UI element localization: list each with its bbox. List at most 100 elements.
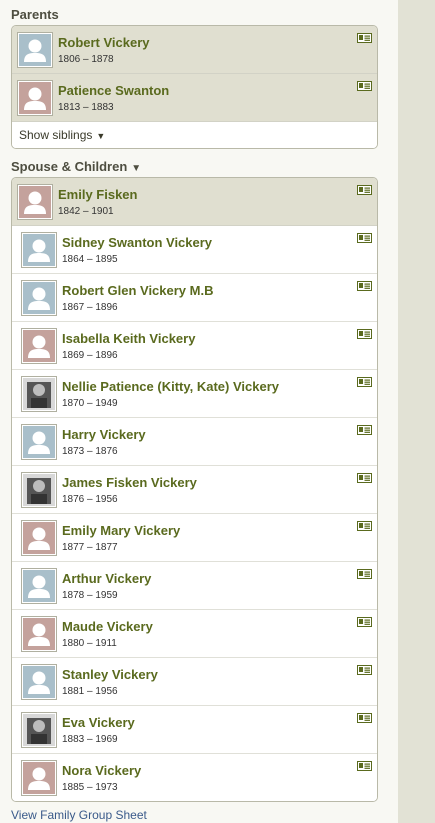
person-silhouette-icon xyxy=(28,623,50,646)
child-dates: 1883 – 1969 xyxy=(62,734,118,745)
show-siblings-row: Show siblings ▼ xyxy=(12,122,377,148)
spouse-name[interactable]: Emily Fisken xyxy=(58,187,137,202)
child-row[interactable]: Sidney Swanton Vickery 1864 – 1895 xyxy=(12,226,377,274)
spouse-photo[interactable] xyxy=(17,184,53,220)
card-icon[interactable] xyxy=(357,425,372,435)
child-dates: 1880 – 1911 xyxy=(62,638,117,649)
person-silhouette-icon xyxy=(28,431,50,454)
child-name[interactable]: Sidney Swanton Vickery xyxy=(62,235,212,250)
parent-photo[interactable] xyxy=(17,32,53,68)
portrait-photo-icon xyxy=(23,378,55,410)
child-photo[interactable] xyxy=(21,616,57,652)
portrait-photo-icon xyxy=(23,474,55,506)
child-name[interactable]: Eva Vickery xyxy=(62,715,135,730)
spouse-children-title[interactable]: Spouse & Children ▼ xyxy=(11,159,141,174)
child-photo[interactable] xyxy=(21,568,57,604)
child-dates: 1864 – 1895 xyxy=(62,254,118,265)
child-row[interactable]: James Fisken Vickery 1876 – 1956 xyxy=(12,466,377,514)
child-dates: 1867 – 1896 xyxy=(62,302,118,313)
parent-row[interactable]: Robert Vickery 1806 – 1878 xyxy=(12,26,377,74)
person-silhouette-icon xyxy=(28,767,50,790)
person-silhouette-icon xyxy=(24,39,46,62)
card-icon[interactable] xyxy=(357,377,372,387)
card-icon[interactable] xyxy=(357,233,372,243)
person-silhouette-icon xyxy=(28,575,50,598)
parent-dates: 1806 – 1878 xyxy=(58,54,114,65)
child-row[interactable]: Maude Vickery 1880 – 1911 xyxy=(12,610,377,658)
child-name[interactable]: Nellie Patience (Kitty, Kate) Vickery xyxy=(62,379,279,394)
child-dates: 1869 – 1896 xyxy=(62,350,118,361)
child-row[interactable]: Stanley Vickery 1881 – 1956 xyxy=(12,658,377,706)
child-row[interactable]: Harry Vickery 1873 – 1876 xyxy=(12,418,377,466)
card-icon[interactable] xyxy=(357,185,372,195)
card-icon[interactable] xyxy=(357,329,372,339)
child-photo[interactable] xyxy=(21,472,57,508)
child-row[interactable]: Nellie Patience (Kitty, Kate) Vickery 187… xyxy=(12,370,377,418)
triangle-down-icon: ▼ xyxy=(131,163,142,174)
child-photo[interactable] xyxy=(21,280,57,316)
child-row[interactable]: Nora Vickery 1885 – 1973 xyxy=(12,754,377,801)
child-photo[interactable] xyxy=(21,232,57,268)
child-photo[interactable] xyxy=(21,520,57,556)
right-sidebar-strip xyxy=(398,0,435,823)
card-icon[interactable] xyxy=(357,665,372,675)
parent-photo[interactable] xyxy=(17,80,53,116)
child-row[interactable]: Emily Mary Vickery 1877 – 1877 xyxy=(12,514,377,562)
triangle-down-icon: ▼ xyxy=(96,131,106,141)
spouse-children-box: Emily Fisken 1842 – 1901 Sidney Swanton … xyxy=(11,177,378,802)
child-name[interactable]: Emily Mary Vickery xyxy=(62,523,180,538)
child-photo[interactable] xyxy=(21,760,57,796)
child-photo[interactable] xyxy=(21,328,57,364)
person-silhouette-icon xyxy=(24,87,46,110)
person-silhouette-icon xyxy=(28,287,50,310)
person-silhouette-icon xyxy=(28,527,50,550)
show-siblings-link[interactable]: Show siblings ▼ xyxy=(19,128,105,142)
child-photo[interactable] xyxy=(21,712,57,748)
child-dates: 1881 – 1956 xyxy=(62,686,118,697)
card-icon[interactable] xyxy=(357,33,372,43)
child-name[interactable]: James Fisken Vickery xyxy=(62,475,197,490)
show-siblings-label: Show siblings xyxy=(19,128,93,142)
person-silhouette-icon xyxy=(28,671,50,694)
child-dates: 1878 – 1959 xyxy=(62,590,118,601)
person-silhouette-icon xyxy=(28,335,50,358)
person-silhouette-icon xyxy=(28,239,50,262)
parent-name[interactable]: Patience Swanton xyxy=(58,83,169,98)
child-dates: 1877 – 1877 xyxy=(62,542,118,553)
child-name[interactable]: Stanley Vickery xyxy=(62,667,158,682)
child-name[interactable]: Robert Glen Vickery M.B xyxy=(62,283,213,298)
card-icon[interactable] xyxy=(357,521,372,531)
parent-name[interactable]: Robert Vickery xyxy=(58,35,150,50)
parents-title: Parents xyxy=(11,7,59,22)
spouse-row[interactable]: Emily Fisken 1842 – 1901 xyxy=(12,178,377,226)
view-family-group-sheet-link[interactable]: View Family Group Sheet xyxy=(11,808,147,822)
child-photo[interactable] xyxy=(21,664,57,700)
parent-dates: 1813 – 1883 xyxy=(58,102,114,113)
card-icon[interactable] xyxy=(357,81,372,91)
child-row[interactable]: Robert Glen Vickery M.B 1867 – 1896 xyxy=(12,274,377,322)
card-icon[interactable] xyxy=(357,713,372,723)
spouse-children-label: Spouse & Children xyxy=(11,159,128,174)
child-name[interactable]: Nora Vickery xyxy=(62,763,141,778)
child-row[interactable]: Eva Vickery 1883 – 1969 xyxy=(12,706,377,754)
child-row[interactable]: Isabella Keith Vickery 1869 – 1896 xyxy=(12,322,377,370)
child-name[interactable]: Maude Vickery xyxy=(62,619,153,634)
child-name[interactable]: Isabella Keith Vickery xyxy=(62,331,195,346)
parent-row[interactable]: Patience Swanton 1813 – 1883 xyxy=(12,74,377,122)
child-dates: 1873 – 1876 xyxy=(62,446,118,457)
child-name[interactable]: Harry Vickery xyxy=(62,427,146,442)
child-dates: 1870 – 1949 xyxy=(62,398,118,409)
portrait-photo-icon xyxy=(23,714,55,746)
parents-box: Robert Vickery 1806 – 1878 Patience Swan… xyxy=(11,25,378,149)
child-photo[interactable] xyxy=(21,376,57,412)
child-photo[interactable] xyxy=(21,424,57,460)
card-icon[interactable] xyxy=(357,617,372,627)
card-icon[interactable] xyxy=(357,473,372,483)
child-row[interactable]: Arthur Vickery 1878 – 1959 xyxy=(12,562,377,610)
spouse-dates: 1842 – 1901 xyxy=(58,206,114,217)
child-name[interactable]: Arthur Vickery xyxy=(62,571,151,586)
card-icon[interactable] xyxy=(357,761,372,771)
card-icon[interactable] xyxy=(357,569,372,579)
child-dates: 1885 – 1973 xyxy=(62,782,118,793)
card-icon[interactable] xyxy=(357,281,372,291)
